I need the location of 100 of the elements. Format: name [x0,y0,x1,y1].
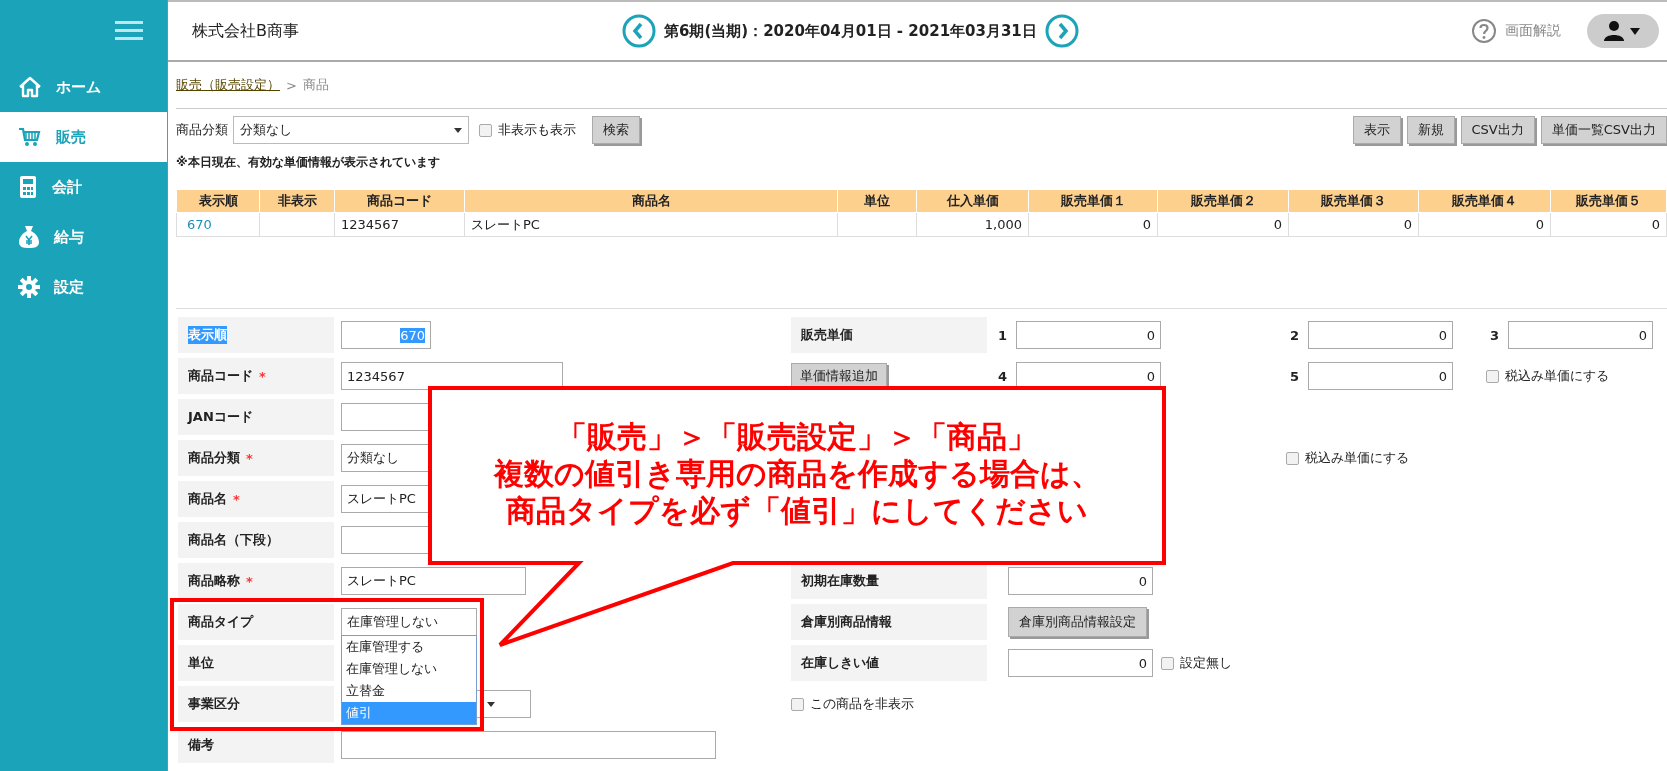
user-icon [1603,20,1643,42]
checkbox[interactable] [1286,451,1299,465]
table-cell: 1234567 [334,212,465,237]
required-mark: * [259,368,266,384]
input-field[interactable]: 0 [1308,321,1453,349]
required-mark: * [246,573,253,589]
help-icon[interactable] [1471,18,1497,44]
cart-icon [18,126,42,148]
search-button[interactable]: 検索 [592,116,640,144]
dropdown-option[interactable]: 在庫管理しない [342,658,476,680]
column-header: 販売単価３ [1288,189,1419,213]
dropdown[interactable]: 在庫管理しない [341,608,477,636]
add-price-button[interactable]: 単価情報追加 [791,363,887,389]
field-label: 商品タイプ [188,613,253,631]
table-cell: 1,000 [916,212,1029,237]
table-cell: 0 [1157,212,1289,237]
input-field[interactable]: 0 [1008,567,1153,595]
fiscal-period: 第6期(当期)：2020年04月01日 - 2021年03月31日 [664,21,1037,41]
input-field[interactable] [341,526,429,554]
house-icon [18,76,42,98]
checkbox[interactable] [791,697,804,711]
action-button[interactable]: 表示 [1352,116,1401,144]
input-field[interactable]: スレートPC [341,485,429,513]
checkbox-label: この商品を非表示 [810,695,914,713]
column-header: 販売単価５ [1550,189,1667,213]
column-header: 表示順 [176,189,260,213]
breadcrumb-current: 商品 [302,76,329,94]
price-number: 3 [1489,327,1501,343]
price-number: 4 [997,368,1009,384]
table-cell[interactable]: 670 [176,212,260,237]
field-label: 初期在庫数量 [801,572,879,590]
action-button[interactable]: 新規 [1406,116,1455,144]
user-menu-button[interactable] [1587,14,1659,48]
field-label: 備考 [188,736,214,754]
action-button[interactable]: CSV出力 [1460,116,1535,144]
input-field[interactable]: 0 [1008,649,1153,677]
breadcrumb-link[interactable]: 販売（販売設定） [176,76,280,94]
price-number: 1 [997,327,1009,343]
notice-text: ※本日現在、有効な単価情報が表示されています [176,153,441,171]
required-mark: * [233,491,240,507]
column-header: 商品コード [334,189,465,213]
input-field[interactable]: 1234567 [341,362,563,390]
field-label: 商品略称 [188,572,240,590]
field-label: 在庫しきい値 [801,654,879,672]
callout-text: 「販売」＞「販売設定」＞「商品」 [557,417,1037,455]
checkbox-label: 税込み単価にする [1505,367,1609,385]
checkbox[interactable] [479,123,492,137]
checkbox-label: 設定無し [1180,654,1232,672]
field-label: JANコード [188,408,253,426]
action-button[interactable]: 単価一覧CSV出力 [1540,116,1667,144]
menu-icon[interactable] [115,21,143,41]
checkbox-label: 非表示も表示 [498,121,576,139]
input-field[interactable] [341,731,716,759]
input-field[interactable]: 0 [1016,321,1161,349]
category-select[interactable]: 分類なし [233,116,469,144]
callout-text: 商品タイプを必ず「値引」にしてください [506,491,1088,529]
required-mark: * [246,450,253,466]
settings-icon [18,276,40,298]
column-header: 販売単価１ [1028,189,1158,213]
column-header: 単位 [837,189,917,213]
callout-text: 複数の値引き専用の商品を作成する場合は、 [493,454,1101,492]
column-header: 非表示 [259,189,335,213]
column-header: 仕入単価 [916,189,1029,213]
dropdown-option[interactable]: 立替金 [342,680,476,702]
field-label: 単位 [188,654,214,672]
column-header: 商品名 [464,189,838,213]
input-field[interactable]: スレートPC [341,567,526,595]
calculator-icon [18,175,38,199]
checkbox[interactable] [1486,369,1499,383]
field-label: 表示順 [188,326,227,344]
select-field[interactable]: 分類なし [341,444,429,472]
caret-icon [487,701,495,707]
dropdown-option[interactable]: 在庫管理する [342,636,476,658]
column-header: 販売単価４ [1418,189,1551,213]
caret-icon [454,127,462,133]
price-number: 5 [1289,368,1301,384]
breadcrumb-separator: > [286,77,297,93]
field-label: 商品分類 [188,449,240,467]
input-field[interactable] [341,403,429,431]
table-cell: 0 [1028,212,1158,237]
table-cell: 0 [1550,212,1667,237]
warehouse-settings-button[interactable]: 倉庫別商品情報設定 [1008,607,1147,637]
company-name: 株式会社B商事 [192,20,300,42]
field-label: 事業区分 [188,695,240,713]
column-header: 販売単価２ [1157,189,1289,213]
price-number: 2 [1289,327,1301,343]
checkbox-label: 税込み単価にする [1305,449,1409,467]
money-bag-icon [18,225,40,249]
table-cell: 0 [1288,212,1419,237]
field-label: 倉庫別商品情報 [801,613,892,631]
table-cell: 0 [1418,212,1551,237]
field-label: 商品名 [188,490,227,508]
checkbox[interactable] [1161,656,1174,670]
filter-label: 商品分類 [176,121,228,139]
input-field[interactable]: 0 [1308,362,1453,390]
field-label: 商品コード [188,367,253,385]
help-link[interactable]: 画面解説 [1505,22,1561,40]
field-label: 販売単価 [801,326,853,344]
field-label: 商品名（下段） [188,531,279,549]
input-field[interactable]: 0 [1508,321,1653,349]
